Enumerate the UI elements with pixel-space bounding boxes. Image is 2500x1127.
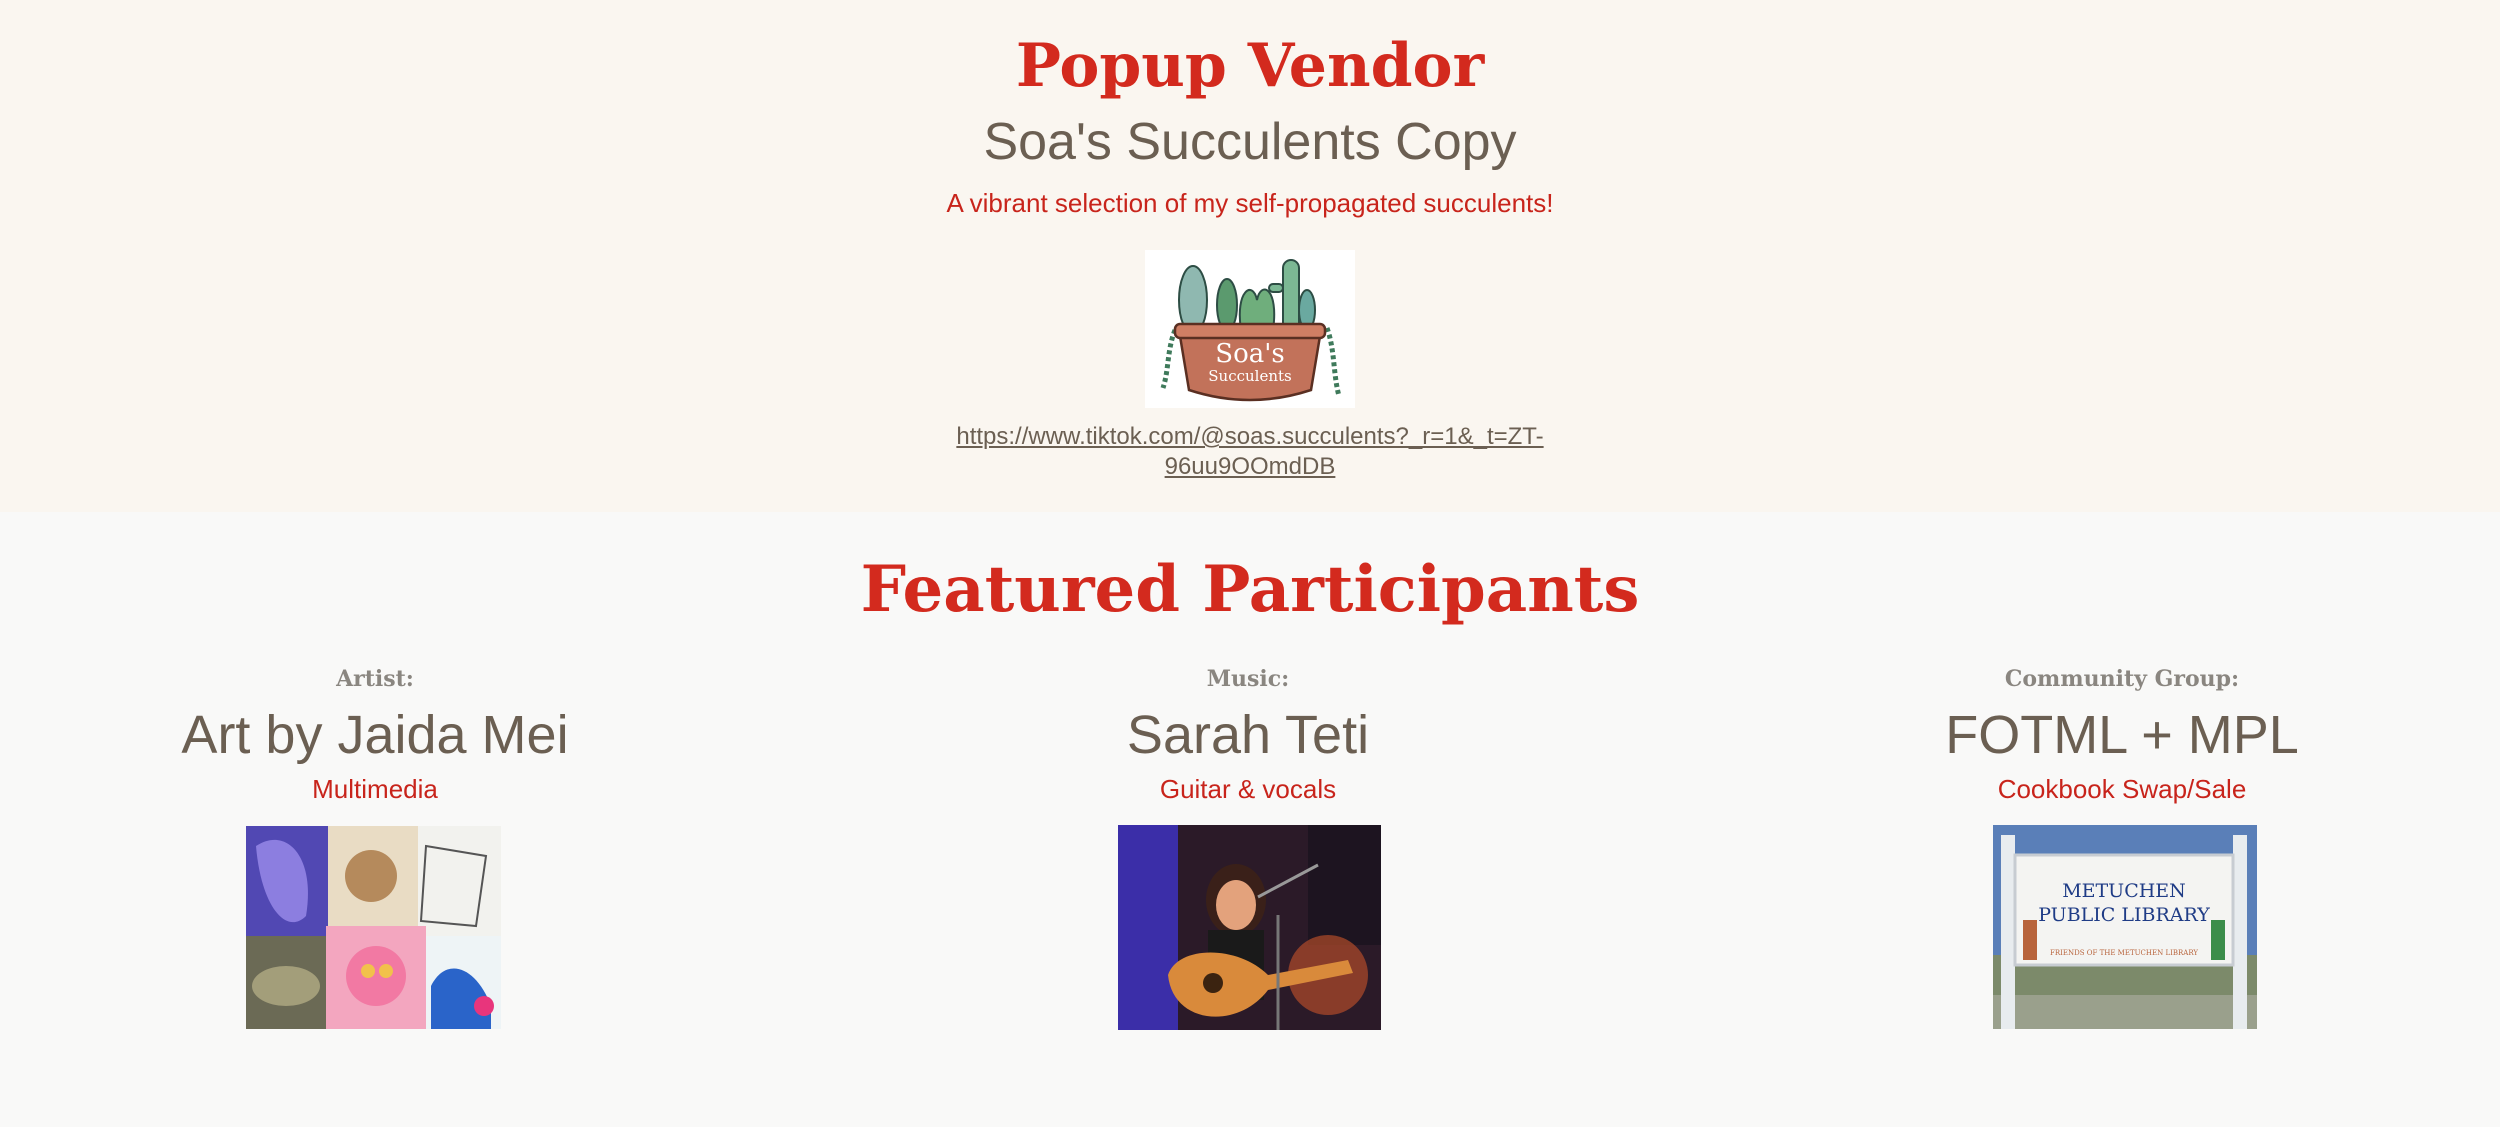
participant-subtitle: Guitar & vocals [1159, 774, 1337, 804]
photo-sign-line2: PUBLIC LIBRARY [2038, 904, 2210, 926]
participant-photo-community: METUCHEN PUBLIC LIBRARY FRIENDS OF THE M… [1993, 825, 2257, 1029]
vendor-section-heading: Popup Vendor [1015, 31, 1485, 101]
vendor-logo-image: Soa's Succulents [1145, 250, 1355, 408]
participant-photo-music [1118, 825, 1381, 1030]
participant-category: Music: [1206, 666, 1290, 692]
featured-section-heading: Featured Participants [860, 552, 1640, 627]
logo-text-main: Soa's [1215, 339, 1284, 369]
participant-category: Artist: [336, 666, 414, 692]
logo-text-sub: Succulents [1208, 367, 1291, 385]
featured-participants-section: Featured Participants Artist: Art by Jai… [0, 512, 2500, 1127]
participant-name: FOTML + MPL [1945, 705, 2299, 765]
participant-card-artist: Artist: Art by Jaida Mei Multimedia [25, 664, 725, 806]
popup-vendor-section: Popup Vendor Soa's Succulents Copy A vib… [0, 0, 2500, 512]
participant-name: Art by Jaida Mei [181, 705, 569, 765]
photo-sign-line3: FRIENDS OF THE METUCHEN LIBRARY [2050, 949, 2198, 957]
vendor-tiktok-link[interactable]: https://www.tiktok.com/@soas.succulents?… [950, 422, 1550, 482]
participant-category: Community Group: [2004, 666, 2240, 692]
participant-subtitle: Multimedia [312, 774, 438, 804]
participant-name: Sarah Teti [1126, 705, 1370, 765]
vendor-description: A vibrant selection of my self-propagate… [946, 188, 1554, 218]
participant-card-community: Community Group: FOTML + MPL Cookbook Sw… [1772, 664, 2472, 806]
photo-sign-line1: METUCHEN [2062, 880, 2186, 902]
participant-card-music: Music: Sarah Teti Guitar & vocals [898, 664, 1598, 806]
vendor-name: Soa's Succulents Copy [983, 113, 1517, 171]
participant-photo-artist [246, 826, 501, 1029]
participant-subtitle: Cookbook Swap/Sale [1997, 774, 2247, 804]
